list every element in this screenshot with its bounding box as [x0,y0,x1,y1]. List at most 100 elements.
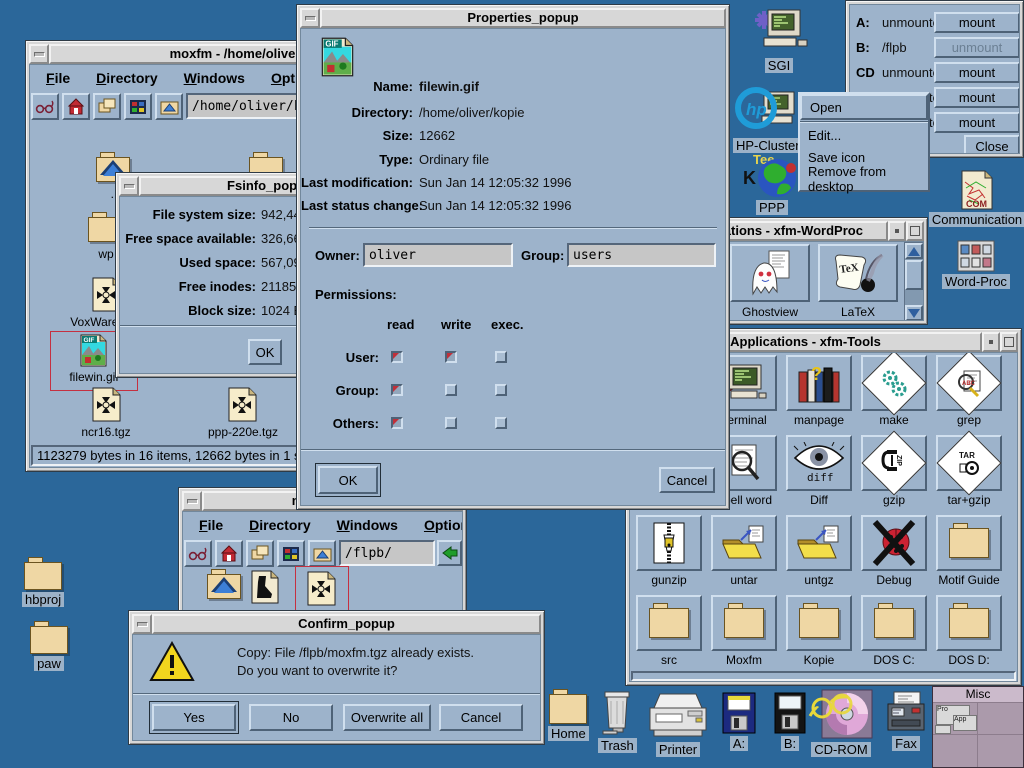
view-button[interactable] [124,93,152,120]
perm-others-exec-checkbox[interactable] [495,417,507,429]
minimize-button[interactable] [119,176,139,196]
owner-input[interactable]: oliver [363,243,513,267]
gzip-button[interactable]: ZIP [861,435,927,491]
mount-close-button[interactable]: Close [964,135,1020,154]
menu-windows[interactable]: Windows [184,70,245,86]
find-button[interactable] [184,540,212,567]
pager-quadrant-4[interactable] [978,735,1023,767]
menu-directory[interactable]: Directory [96,70,157,86]
motif-guide-button[interactable] [936,515,1002,571]
desktop-icon-hp-cluster[interactable]: hp HP-Cluster [733,86,803,153]
tools-hscrollbar[interactable] [631,671,1016,681]
minimize-button[interactable] [132,614,152,634]
confirm-yes-button[interactable]: Yes [152,704,236,731]
pager-quadrant-1[interactable]: Pro App [933,703,978,735]
copy-button[interactable] [246,540,274,567]
copy-button[interactable] [93,93,121,120]
gunzip-button[interactable] [636,515,702,571]
scroll-down-button[interactable] [905,305,923,321]
menu-item-remove-from-desktop[interactable]: Remove from desktop [800,168,928,190]
desktop-icon-home[interactable]: Home [548,694,589,741]
tar-gzip-button[interactable]: TAR [936,435,1002,491]
properties-titlebar[interactable]: Properties_popup [300,8,726,28]
mount-button-a[interactable]: mount [934,12,1020,33]
pager-misc[interactable]: Misc Pro App [932,686,1024,768]
dos-d-button[interactable] [936,595,1002,651]
dos-c-button[interactable] [861,595,927,651]
desktop-icon-printer[interactable]: Printer [646,690,710,757]
menu-options[interactable]: Options [424,517,463,533]
kopie-folder-button[interactable] [786,595,852,651]
unmount-button-b[interactable]: unmount [934,37,1020,58]
desktop-icon-sgi[interactable]: SGI [748,6,810,73]
debug-button[interactable] [861,515,927,571]
make-button[interactable] [861,355,927,411]
perm-group-read-checkbox[interactable] [391,384,403,396]
mount-button-d[interactable]: mount [934,112,1020,133]
parent-dir-icon[interactable] [207,574,241,599]
back-button[interactable] [437,540,462,566]
iconify-button[interactable] [982,332,1000,352]
up-directory-button[interactable] [155,93,183,120]
group-input[interactable]: users [567,243,716,267]
moxfm2-path-input[interactable]: /flpb/ [339,540,435,566]
properties-cancel-button[interactable]: Cancel [659,467,715,493]
desktop-icon-fax[interactable]: Fax [884,690,928,751]
desktop-icon-word-proc[interactable]: Word-Proc [936,240,1016,289]
confirm-cancel-button[interactable]: Cancel [439,704,523,731]
boot-image-file-icon[interactable] [251,570,279,609]
untar-button[interactable] [711,515,777,571]
perm-group-write-checkbox[interactable] [445,384,457,396]
desktop-icon-paw[interactable]: paw [30,626,68,671]
confirm-titlebar[interactable]: Confirm_popup [132,614,541,634]
mount-button-cd[interactable]: mount [934,62,1020,83]
perm-user-read-checkbox[interactable] [391,351,403,363]
properties-ok-button[interactable]: OK [318,466,378,494]
perm-others-write-checkbox[interactable] [445,417,457,429]
pager-quadrant-3[interactable] [933,735,978,767]
minimize-button[interactable] [182,491,202,511]
home-button[interactable] [215,540,243,567]
desktop-icon-ppp[interactable]: Tee K PPP [742,152,802,215]
home-button[interactable] [62,93,90,120]
scroll-thumb[interactable] [905,260,923,290]
grep-button[interactable]: ABC [936,355,1002,411]
menu-file[interactable]: File [46,70,70,86]
confirm-overwrite-all-button[interactable]: Overwrite all [343,704,431,731]
mount-button-c[interactable]: mount [934,87,1020,108]
perm-group-exec-checkbox[interactable] [495,384,507,396]
src-button[interactable] [636,595,702,651]
maximize-button[interactable] [906,221,924,241]
perm-others-read-checkbox[interactable] [391,417,403,429]
menu-windows[interactable]: Windows [337,517,398,533]
desktop-icon-drive-a[interactable]: A: [722,692,756,751]
maximize-button[interactable] [1000,332,1018,352]
ghostview-button[interactable] [730,244,810,302]
view-button[interactable] [277,540,305,567]
scroll-up-button[interactable] [905,243,923,259]
desktop-icon-drive-b[interactable]: B: [774,692,806,751]
perm-user-exec-checkbox[interactable] [495,351,507,363]
pager-quadrant-2[interactable] [978,703,1023,735]
wordproc-scrollbar[interactable] [904,242,924,321]
minimize-button[interactable] [300,8,320,28]
desktop-icon-communication[interactable]: COM Communication [930,170,1024,227]
ncr16-tgz-icon[interactable] [92,387,121,427]
up-directory-button[interactable] [308,540,336,567]
desktop-icon-cdrom[interactable]: CD-ROM [808,688,874,757]
iconify-button[interactable] [888,221,906,241]
desktop-icon-hbproj[interactable]: hbproj [22,562,64,607]
find-button[interactable] [31,93,59,120]
minimize-button[interactable] [29,44,49,64]
perm-user-write-checkbox[interactable] [445,351,457,363]
confirm-no-button[interactable]: No [249,704,333,731]
fsinfo-ok-button[interactable]: OK [248,339,282,365]
menu-directory[interactable]: Directory [249,517,310,533]
manpage-button[interactable]: ? [786,355,852,411]
ppp220e-tgz-icon[interactable] [228,387,257,427]
menu-item-open[interactable]: Open [800,94,928,120]
diff-button[interactable]: diff [786,435,852,491]
latex-button[interactable]: TeX [818,244,898,302]
untgz-button[interactable] [786,515,852,571]
moxfm-folder-button[interactable] [711,595,777,651]
